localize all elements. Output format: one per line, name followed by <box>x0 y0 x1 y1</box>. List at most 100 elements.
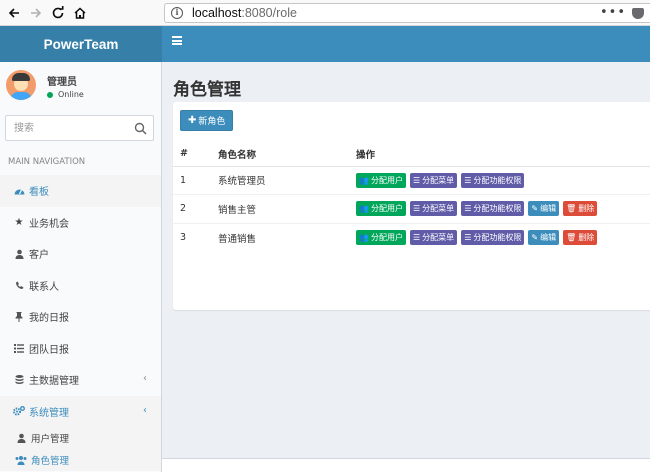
list-icon: ☰ <box>464 204 472 214</box>
assign-menu-button[interactable]: ☰ 分配菜单 <box>410 172 458 188</box>
phone-icon <box>12 281 26 290</box>
browser-toolbar: i localhost:8080/role ••• <box>0 0 650 26</box>
table-row: 2 销售主管 👥 分配用户 ☰ 分配菜单 ☰ 分配功能权限 ✎ 编辑 🗑 删除 <box>173 194 650 223</box>
user-status: Online <box>47 90 84 99</box>
table-row: 3 普通销售 👥 分配用户 ☰ 分配菜单 ☰ 分配功能权限 ✎ 编辑 🗑 删除 <box>173 222 650 252</box>
row-name: 普通销售 <box>211 222 349 252</box>
assign-menu-button[interactable]: ☰ 分配菜单 <box>410 201 458 217</box>
dashboard-icon <box>12 186 26 195</box>
sidebar-item-my-daily[interactable]: 我的日报 <box>0 301 161 333</box>
sidebar-item-label: 看板 <box>29 187 49 199</box>
sidebar-item-system[interactable]: 系统管理 ‹ <box>0 395 161 427</box>
nav-header: MAIN NAVIGATION <box>8 157 86 167</box>
column-header-num: # <box>173 142 211 167</box>
user-name: 管理员 <box>47 77 77 88</box>
star-icon: ★ <box>14 216 24 228</box>
row-num: 2 <box>173 194 211 223</box>
roles-box: ✚ 新角色 # 角色名称 操作 1 系统管理员 👥 分配用户 ☰ 分配菜单 ☰ 分 <box>173 102 650 310</box>
sidebar-item-label: 主数据管理 <box>29 376 79 388</box>
main-content: 角色管理 ✚ 新角色 # 角色名称 操作 1 系统管理员 👥 分配用户 ☰ 分配… <box>162 62 650 472</box>
url-bar[interactable]: i localhost:8080/role ••• <box>164 3 650 23</box>
assign-users-button[interactable]: 👥 分配用户 <box>356 172 406 188</box>
reload-icon[interactable] <box>48 3 68 23</box>
table-row: 1 系统管理员 👥 分配用户 ☰ 分配菜单 ☰ 分配功能权限 <box>173 165 650 195</box>
page-title: 角色管理 <box>173 80 241 100</box>
assign-users-button[interactable]: 👥 分配用户 <box>356 230 406 245</box>
sidebar-item-label: 系统管理 <box>29 407 69 419</box>
chevron-left-icon: ‹ <box>143 404 147 416</box>
status-dot-icon <box>47 91 53 98</box>
column-header-actions: 操作 <box>349 142 650 167</box>
sidebar-item-customers[interactable]: 客户 <box>0 238 161 270</box>
sidebar-item-contacts[interactable]: 联系人 <box>0 270 161 302</box>
trash-icon: 🗑 <box>566 233 577 242</box>
forward-icon[interactable] <box>26 3 46 23</box>
sidebar-item-label: 业务机会 <box>29 218 69 230</box>
sidebar-submenu: 用户管理 角色管理 <box>0 427 161 471</box>
assign-perms-button[interactable]: ☰ 分配功能权限 <box>461 201 525 217</box>
row-name: 系统管理员 <box>211 165 349 195</box>
sidebar-item-dashboard[interactable]: 看板 <box>0 175 161 207</box>
row-actions: 👥 分配用户 ☰ 分配菜单 ☰ 分配功能权限 ✎ 编辑 🗑 删除 <box>349 222 650 252</box>
list-icon: ☰ <box>464 233 472 242</box>
sidebar-subitem-users[interactable]: 用户管理 <box>0 427 161 449</box>
user-icon <box>14 433 28 443</box>
row-name: 销售主管 <box>211 194 349 223</box>
sidebar: 管理员 Online MAIN NAVIGATION 看板 ★ 业务机会 客户 <box>0 62 162 472</box>
sidebar-item-label: 团队日报 <box>29 344 69 356</box>
edit-button[interactable]: ✎ 编辑 <box>528 201 560 217</box>
list-icon: ☰ <box>464 175 472 185</box>
sidebar-item-team-daily[interactable]: 团队日报 <box>0 333 161 365</box>
user-panel: 管理员 Online <box>6 70 156 104</box>
page-actions-icon[interactable]: ••• <box>600 5 626 20</box>
add-role-button[interactable]: ✚ 新角色 <box>180 110 234 131</box>
avatar <box>6 70 36 100</box>
home-icon[interactable] <box>70 3 90 23</box>
user-icon <box>12 249 26 259</box>
column-header-name: 角色名称 <box>211 142 349 167</box>
url-text: localhost:8080/role <box>192 6 297 20</box>
sidebar-item-label: 用户管理 <box>31 434 70 445</box>
sidebar-item-label: 角色管理 <box>31 456 70 467</box>
top-navbar <box>162 26 650 62</box>
users-icon: 👥 <box>359 175 369 185</box>
list-icon: ☰ <box>413 204 421 214</box>
plus-icon: ✚ <box>188 115 197 126</box>
sidebar-item-label: 客户 <box>29 250 49 262</box>
list-icon: ☰ <box>413 233 421 242</box>
search-icon[interactable] <box>134 122 147 135</box>
cogs-icon <box>12 406 26 416</box>
trash-icon: 🗑 <box>566 204 577 214</box>
info-icon[interactable]: i <box>171 7 183 19</box>
pocket-icon[interactable] <box>632 8 644 19</box>
sidebar-item-master-data[interactable]: 主数据管理 ‹ <box>0 364 161 396</box>
table-header-row: # 角色名称 操作 <box>173 142 650 167</box>
assign-perms-button[interactable]: ☰ 分配功能权限 <box>461 172 525 188</box>
assign-perms-button[interactable]: ☰ 分配功能权限 <box>461 230 525 245</box>
footer <box>162 458 650 472</box>
assign-menu-button[interactable]: ☰ 分配菜单 <box>410 230 458 245</box>
row-actions: 👥 分配用户 ☰ 分配菜单 ☰ 分配功能权限 <box>349 165 650 195</box>
users-icon: 👥 <box>359 204 369 214</box>
search-input[interactable] <box>6 116 126 140</box>
row-num: 3 <box>173 222 211 252</box>
search-form <box>5 115 154 141</box>
delete-button[interactable]: 🗑 删除 <box>563 201 598 217</box>
sidebar-item-label: 联系人 <box>29 281 59 293</box>
list-icon <box>12 343 26 353</box>
back-icon[interactable] <box>4 3 24 23</box>
users-icon: 👥 <box>359 233 369 242</box>
sidebar-item-opportunities[interactable]: ★ 业务机会 <box>0 207 161 239</box>
sidebar-menu: 看板 ★ 业务机会 客户 联系人 我的日报 团队日报 主数据管理 ‹ 系统管理 … <box>0 175 161 471</box>
chevron-left-icon: ‹ <box>143 373 147 384</box>
brand-logo[interactable]: PowerTeam <box>0 26 162 62</box>
sidebar-toggle-icon[interactable] <box>172 36 182 45</box>
edit-button[interactable]: ✎ 编辑 <box>528 230 560 245</box>
list-icon: ☰ <box>413 175 421 185</box>
row-num: 1 <box>173 165 211 195</box>
users-icon <box>14 455 28 465</box>
delete-button[interactable]: 🗑 删除 <box>563 230 598 245</box>
sidebar-subitem-roles[interactable]: 角色管理 <box>0 449 161 471</box>
sidebar-item-label: 我的日报 <box>29 313 69 325</box>
assign-users-button[interactable]: 👥 分配用户 <box>356 201 406 217</box>
